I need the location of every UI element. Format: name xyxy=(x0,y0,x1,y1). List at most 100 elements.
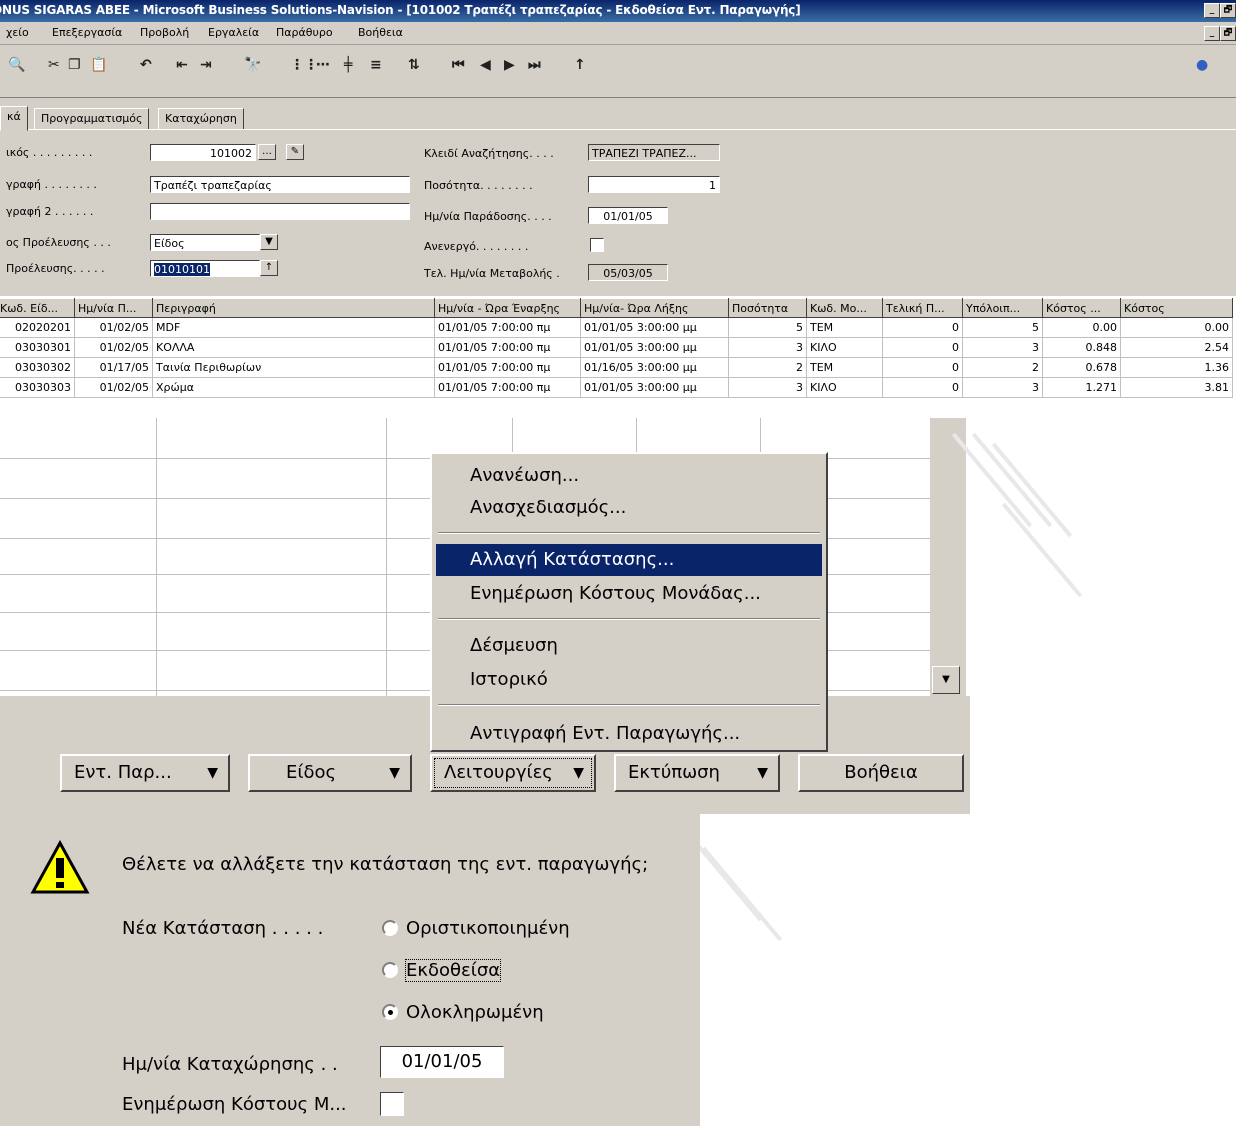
grid1-icon[interactable]: ⋮⋮ xyxy=(290,57,318,73)
table-row[interactable]: 02020201 01/02/05 MDF 01/01/05 7:00:00 πμ 01… xyxy=(0,317,1233,338)
radio-completed-status[interactable] xyxy=(382,1004,398,1020)
item-menu-button[interactable]: Είδος ▼ xyxy=(248,754,412,792)
functions-menu-button[interactable]: Λειτουργίες ▼ xyxy=(430,754,596,792)
table-cell[interactable]: ΚΙΛΟ xyxy=(806,377,883,398)
col-header[interactable]: Ποσότητα xyxy=(728,298,807,318)
table-cell[interactable]: 0 xyxy=(882,377,963,398)
table-cell[interactable]: 1.271 xyxy=(1042,377,1121,398)
vertical-scrollbar[interactable]: ▼ xyxy=(930,418,966,704)
menu-tools[interactable]: Εργαλεία xyxy=(208,26,259,39)
table-cell[interactable]: 3 xyxy=(962,377,1043,398)
table-cell[interactable]: 1.36 xyxy=(1120,357,1233,378)
option-completed[interactable]: Ολοκληρωμένη xyxy=(406,1002,544,1023)
table-cell[interactable]: 03030301 xyxy=(0,337,75,358)
table-cell[interactable]: 0.678 xyxy=(1042,357,1121,378)
option-finalized[interactable]: Οριστικοποιημένη xyxy=(406,918,570,939)
radio-finished-status[interactable] xyxy=(382,920,398,936)
copy-icon[interactable]: ❐ xyxy=(68,57,81,73)
table-cell[interactable]: 5 xyxy=(962,317,1043,338)
table-cell[interactable]: MDF xyxy=(152,317,435,338)
help-icon[interactable]: ● xyxy=(1196,57,1208,73)
origin-no-field[interactable]: 01010101 xyxy=(150,260,260,277)
table-cell[interactable]: 01/02/05 xyxy=(74,337,153,358)
tab-posting[interactable]: Καταχώρηση xyxy=(158,108,244,130)
prev-icon[interactable]: ◀ xyxy=(480,57,491,73)
sort-icon[interactable]: ⇅ xyxy=(408,57,420,73)
table-row[interactable]: 03030302 01/17/05 Ταινία Περιθωρίων 01/01/0… xyxy=(0,357,1233,378)
print-preview-icon[interactable]: 🔍 xyxy=(8,57,25,73)
grid3-icon[interactable]: ╪ xyxy=(344,57,352,73)
col-header[interactable]: Ημ/νία Π... xyxy=(74,298,153,318)
col-header[interactable]: Κωδ. Είδ... xyxy=(0,298,75,318)
option-released[interactable]: Εκδοθείσα xyxy=(404,959,502,982)
undo-icon[interactable]: ↶ xyxy=(140,57,152,73)
next-icon[interactable]: ▶ xyxy=(504,57,515,73)
menu-view[interactable]: Προβολή xyxy=(140,26,189,39)
col-header[interactable]: Κόστος ... xyxy=(1042,298,1121,318)
menu-help[interactable]: Βοήθεια xyxy=(358,26,403,39)
table-cell[interactable]: 01/01/05 7:00:00 πμ xyxy=(434,357,581,378)
radio-released-status[interactable] xyxy=(382,962,398,978)
tab-planning[interactable]: Προγραμματισμός xyxy=(34,108,150,130)
table-row[interactable]: 03030301 01/02/05 ΚΟΛΛΑ 01/01/05 7:00:00 πμ… xyxy=(0,337,1233,358)
menu-window[interactable]: Παράθυρο xyxy=(276,26,333,39)
col-header[interactable]: Ημ/νία - Ώρα Έναρξης xyxy=(434,298,581,318)
menu-item-history[interactable]: Ιστορικό xyxy=(436,664,822,696)
description-field[interactable]: Τραπέζι τραπεζαρίας xyxy=(150,176,410,193)
table-cell[interactable]: Χρώμα xyxy=(152,377,435,398)
menu-file[interactable]: χείο xyxy=(6,26,29,39)
table-cell[interactable]: 0.00 xyxy=(1120,317,1233,338)
first-icon[interactable]: ⏮ xyxy=(452,57,465,73)
description2-field[interactable] xyxy=(150,203,410,220)
table-cell[interactable]: ΚΙΛΟ xyxy=(806,337,883,358)
table-cell[interactable]: ΚΟΛΛΑ xyxy=(152,337,435,358)
col-header[interactable]: Κωδ. Μο... xyxy=(806,298,883,318)
col-header[interactable]: Κόστος xyxy=(1120,298,1233,318)
help-button[interactable]: Βοήθεια xyxy=(798,754,964,792)
paste-icon[interactable]: 📋 xyxy=(90,57,107,73)
grid2-icon[interactable]: ⋯ xyxy=(316,57,330,73)
menu-item-replan[interactable]: Ανασχεδιασμός... xyxy=(436,492,822,524)
col-header[interactable]: Περιγραφή xyxy=(152,298,435,318)
table-cell[interactable]: TEM xyxy=(806,357,883,378)
menu-edit[interactable]: Επεξεργασία xyxy=(52,26,122,39)
code-field[interactable]: 101002 xyxy=(150,144,256,161)
due-date-field[interactable]: 01/01/05 xyxy=(588,207,668,224)
menu-item-reserve[interactable]: Δέσμευση xyxy=(436,630,822,662)
table-cell[interactable]: TEM xyxy=(806,317,883,338)
menu-item-refresh[interactable]: Ανανέωση... xyxy=(436,460,822,492)
table-cell[interactable]: 2 xyxy=(962,357,1043,378)
print-menu-button[interactable]: Εκτύπωση ▼ xyxy=(614,754,780,792)
table-row[interactable]: 03030303 01/02/05 Χρώμα 01/01/05 7:00:00 πμ… xyxy=(0,377,1233,398)
table-cell[interactable]: 2.54 xyxy=(1120,337,1233,358)
inactive-checkbox[interactable] xyxy=(590,238,604,252)
lookup-button[interactable]: … xyxy=(258,144,276,160)
posting-date-field[interactable]: 01/01/05 xyxy=(380,1046,504,1078)
col-header[interactable]: Υπόλοιπ... xyxy=(962,298,1043,318)
table-cell[interactable]: 0 xyxy=(882,357,963,378)
minimize-button[interactable]: _ xyxy=(1204,3,1220,18)
scroll-down-button[interactable]: ▼ xyxy=(932,666,960,694)
search-key-field[interactable]: ΤΡΑΠΕΖΙ ΤΡΑΠΕΖ... xyxy=(588,144,720,161)
table-cell[interactable]: 01/01/05 3:00:00 μμ xyxy=(580,377,729,398)
menu-item-change-status[interactable]: Αλλαγή Κατάστασης... xyxy=(436,544,822,576)
table-cell[interactable]: 0.00 xyxy=(1042,317,1121,338)
col-header[interactable]: Ημ/νία- Ώρα Λήξης xyxy=(580,298,729,318)
table-cell[interactable]: Ταινία Περιθωρίων xyxy=(152,357,435,378)
tab-general[interactable]: κά xyxy=(0,106,28,131)
drilldown-arrow-icon[interactable]: ↑ xyxy=(260,260,278,276)
origin-type-select[interactable]: Είδος xyxy=(150,234,260,251)
menu-item-update-unit-cost[interactable]: Ενημέρωση Κόστους Μονάδας... xyxy=(436,578,822,610)
table-cell[interactable]: 3.81 xyxy=(1120,377,1233,398)
table-cell[interactable]: 2 xyxy=(728,357,807,378)
table-cell[interactable]: 0.848 xyxy=(1042,337,1121,358)
update-cost-checkbox[interactable] xyxy=(380,1092,404,1116)
table-cell[interactable]: 01/17/05 xyxy=(74,357,153,378)
table-cell[interactable]: 3 xyxy=(728,377,807,398)
edit-pencil-icon[interactable]: ✎ xyxy=(286,144,304,160)
find-icon[interactable]: 🔭 xyxy=(244,57,261,73)
table-cell[interactable]: 02020201 xyxy=(0,317,75,338)
table-cell[interactable]: 01/01/05 3:00:00 μμ xyxy=(580,337,729,358)
last-icon[interactable]: ⏭ xyxy=(528,57,541,73)
table-cell[interactable]: 01/01/05 7:00:00 πμ xyxy=(434,377,581,398)
